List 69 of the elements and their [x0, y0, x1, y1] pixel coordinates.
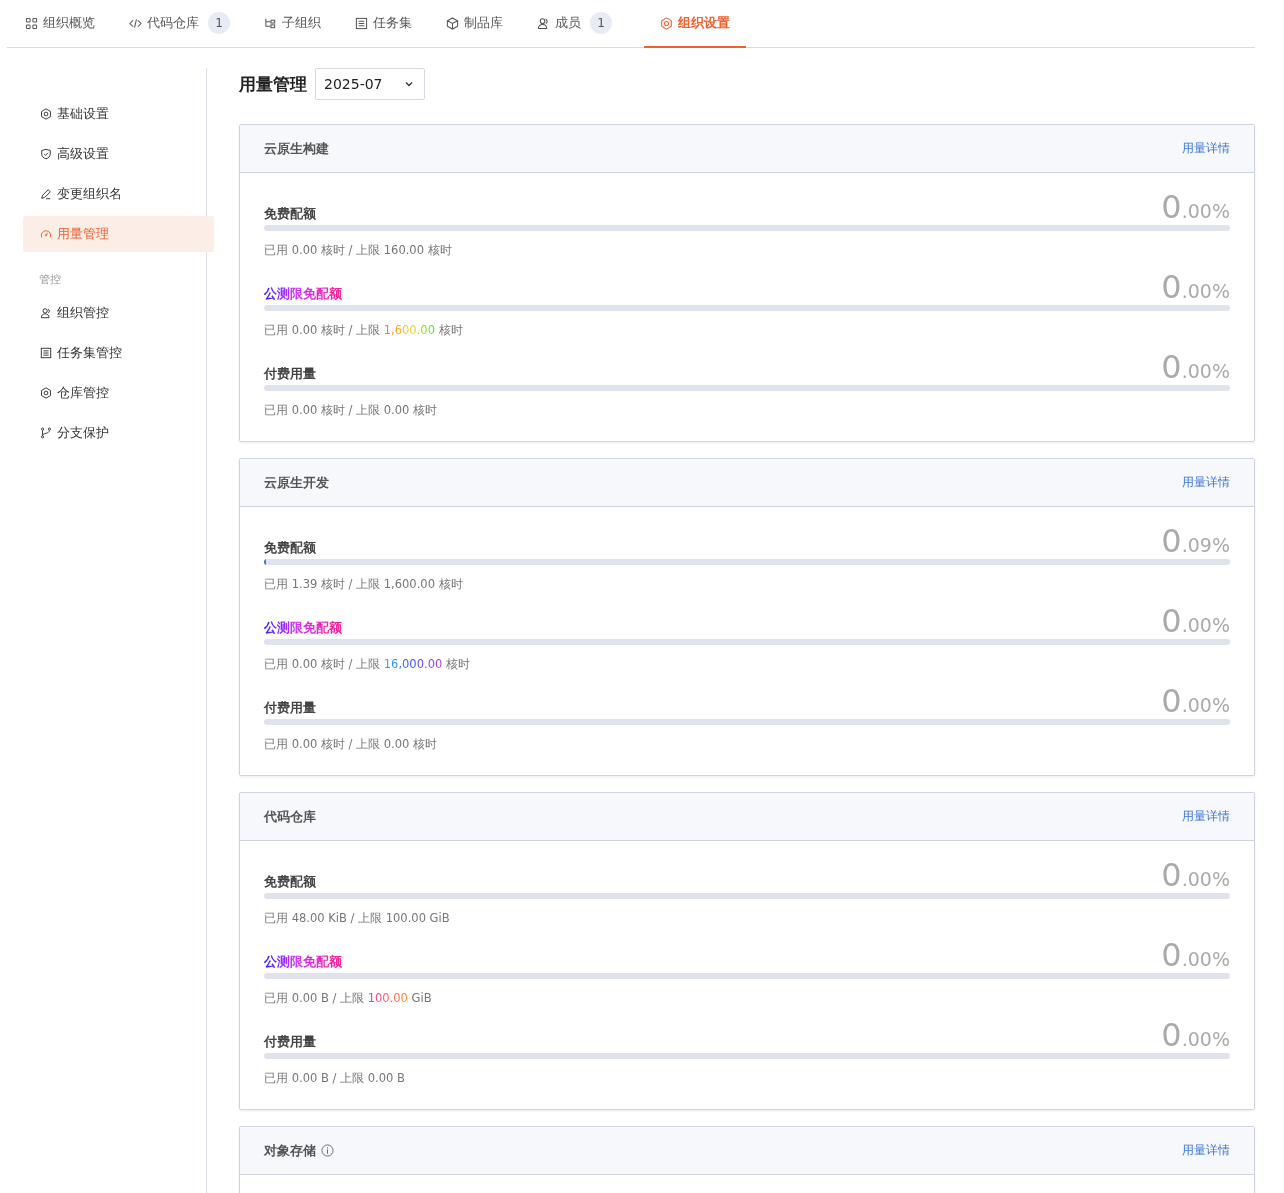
quota-label: 付费用量 — [264, 699, 316, 717]
pen-icon — [40, 188, 52, 200]
card-title: 代码仓库 — [264, 807, 316, 826]
quota-label: 付费用量 — [264, 365, 316, 383]
percent-value: 0.00% — [1161, 351, 1230, 383]
sidebar-item[interactable]: 组织管控 — [23, 295, 214, 331]
shield-icon — [40, 148, 52, 160]
usage-text: 已用 0.00 B / 上限 100.00 GiB — [264, 991, 433, 1006]
sidebar-item[interactable]: 基础设置 — [23, 96, 214, 132]
percent-value: 0.00% — [1161, 859, 1230, 891]
sidebar-item[interactable]: 任务集管控 — [23, 335, 214, 371]
page-title: 用量管理 — [239, 72, 307, 96]
tab[interactable]: 代码仓库 1 — [127, 0, 232, 48]
sidebar-item[interactable]: 变更组织名 — [23, 176, 214, 212]
list-icon — [355, 16, 368, 30]
count-badge: 1 — [590, 12, 612, 34]
usage-text: 已用 1.39 核时 / 上限 1,600.00 核时 — [264, 577, 464, 592]
hierarchy-icon — [264, 16, 277, 30]
code-icon — [129, 16, 142, 30]
grid-icon — [25, 16, 38, 30]
quota-label: 公测限免配额 — [264, 619, 342, 637]
usage-details-link[interactable]: 用量详情 — [1182, 140, 1230, 157]
percent-value: 0.00% — [1161, 1019, 1230, 1051]
percent-value: 0.00% — [1161, 685, 1230, 717]
card-title: 云原生构建 — [264, 139, 329, 158]
gauge-icon — [40, 228, 52, 240]
usage-text: 已用 0.00 核时 / 上限 1,600.00 核时 — [264, 323, 464, 338]
tab[interactable]: 成员 1 — [535, 0, 614, 48]
cube-icon — [446, 16, 459, 30]
sidebar-item[interactable]: 高级设置 — [23, 136, 214, 172]
usage-text: 已用 0.00 B / 上限 0.00 B — [264, 1071, 406, 1086]
settings-icon — [40, 387, 52, 399]
usage-details-link[interactable]: 用量详情 — [1182, 1142, 1230, 1159]
percent-value: 0.00% — [1161, 605, 1230, 637]
list-icon — [40, 347, 52, 359]
settings-icon — [660, 16, 673, 30]
quota-label: 公测限免配额 — [264, 953, 342, 971]
usage-text: 已用 0.00 核时 / 上限 0.00 核时 — [264, 403, 439, 418]
branch-icon — [40, 427, 52, 439]
users-icon — [537, 16, 550, 30]
tab[interactable]: 任务集 — [353, 0, 414, 48]
quota-label: 免费配额 — [264, 539, 316, 557]
quota-label: 免费配额 — [264, 205, 316, 223]
tab[interactable]: 组织概览 — [23, 0, 97, 48]
usage-text: 已用 48.00 KiB / 上限 100.00 GiB — [264, 911, 451, 926]
card-title: 云原生开发 — [264, 473, 329, 492]
percent-value: 0.09% — [1161, 525, 1230, 557]
percent-value: 0.00% — [1161, 271, 1230, 303]
users-icon — [40, 307, 52, 319]
percent-value: 0.00% — [1161, 191, 1230, 223]
percent-value: 0.00% — [1161, 939, 1230, 971]
sidebar-item[interactable]: 仓库管控 — [23, 375, 214, 411]
count-badge: 1 — [208, 12, 230, 34]
sidebar-item[interactable]: 分支保护 — [23, 415, 214, 451]
card-title: 对象存储 — [264, 1141, 316, 1160]
usage-text: 已用 0.00 核时 / 上限 160.00 核时 — [264, 243, 453, 258]
usage-text: 已用 0.00 核时 / 上限 16,000.00 核时 — [264, 657, 471, 672]
settings-icon — [40, 108, 52, 120]
month-select[interactable]: 2025-07 — [315, 68, 425, 100]
usage-details-link[interactable]: 用量详情 — [1182, 808, 1230, 825]
tab[interactable]: 子组织 — [262, 0, 323, 48]
usage-details-link[interactable]: 用量详情 — [1182, 474, 1230, 491]
tab[interactable]: 制品库 — [444, 0, 505, 48]
usage-text: 已用 0.00 核时 / 上限 0.00 核时 — [264, 737, 439, 752]
chevron-down-icon — [404, 79, 414, 89]
group-label: 管控 — [38, 272, 62, 288]
quota-label: 免费配额 — [264, 873, 316, 891]
quota-label: 付费用量 — [264, 1033, 316, 1051]
quota-label: 公测限免配额 — [264, 285, 342, 303]
